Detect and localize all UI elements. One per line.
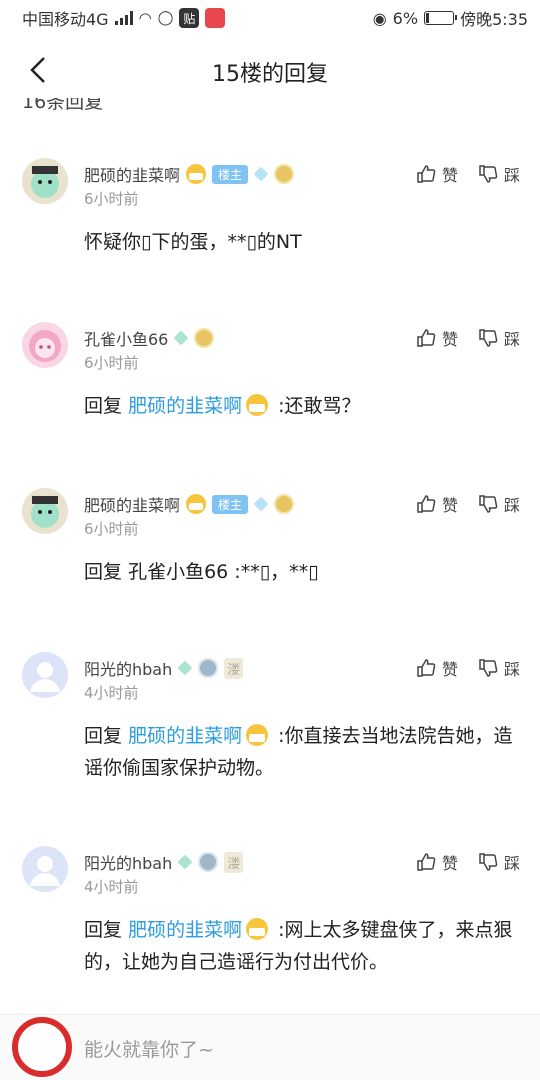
username-row: 阳光的hbah 溇 (84, 850, 244, 874)
app-notification-icon (205, 8, 226, 28)
like-button[interactable]: 赞 (416, 492, 458, 516)
thumbs-up-icon (417, 329, 436, 347)
clock: 傍晚5:35 (460, 10, 528, 29)
user-tag: 溇 (224, 851, 244, 873)
comment-content: 回复 肥硕的韭菜啊 :还敢骂？ (84, 394, 361, 417)
wifi-icon: ◠ (138, 9, 152, 27)
post-time: 4小时前 (84, 878, 139, 896)
mention-text[interactable]: 孔雀小鱼66 (128, 561, 228, 583)
like-button[interactable]: 赞 (416, 162, 458, 186)
dislike-button[interactable]: 踩 (478, 850, 520, 874)
eye-icon: ◉ (372, 8, 387, 28)
tieba-app-icon: 贴 (179, 8, 200, 28)
page-title: 15楼的回复 (212, 62, 328, 87)
comment-content: 怀疑你▯下的蛋，**▯的NT (84, 231, 302, 253)
reply-input-bar[interactable]: 能火就靠你了~ (0, 1014, 540, 1080)
vote-actions: 赞 踩 (416, 162, 520, 186)
reply-input[interactable]: 能火就靠你了~ (84, 1035, 214, 1062)
like-button[interactable]: 赞 (416, 326, 458, 350)
member-gem-icon (253, 496, 269, 512)
mask-emoji-icon (246, 394, 269, 416)
like-button[interactable]: 赞 (416, 850, 458, 874)
username-row: 阳光的hbah 溇 (84, 656, 244, 680)
username[interactable]: 孔雀小鱼66 (84, 326, 168, 350)
mask-emoji-icon (246, 724, 269, 746)
user-tag: 溇 (224, 657, 244, 679)
status-bar-right: ◉ 6% 傍晚5:35 (373, 6, 528, 30)
vote-actions: 赞 踩 (416, 492, 520, 516)
mask-emoji-icon (186, 494, 207, 514)
top-nav: 15楼的回复 (0, 40, 540, 100)
host-badge: 楼主 (212, 494, 249, 514)
mention-link[interactable]: 肥硕的韭菜啊 (128, 395, 242, 417)
member-gem-icon (177, 854, 193, 870)
username-row: 孔雀小鱼66 (84, 326, 215, 350)
thumbs-up-icon (417, 853, 436, 871)
thumbs-up-icon (417, 495, 436, 513)
thumbs-down-icon (479, 659, 498, 677)
post-time: 6小时前 (84, 354, 139, 372)
username[interactable]: 肥硕的韭菜啊 (84, 492, 180, 516)
avatar[interactable] (22, 846, 68, 892)
level-badge-icon (274, 164, 295, 184)
level-badge-icon (274, 494, 295, 514)
thumbs-down-icon (479, 853, 498, 871)
vote-actions: 赞 踩 (416, 656, 520, 680)
host-badge: 楼主 (212, 164, 249, 184)
vote-actions: 赞 踩 (416, 850, 520, 874)
reply-count: 16条回复 (22, 98, 104, 113)
mention-link[interactable]: 肥硕的韭菜啊 (128, 919, 242, 941)
post-time: 4小时前 (84, 684, 139, 702)
dislike-button[interactable]: 踩 (478, 326, 520, 350)
mention-link[interactable]: 肥硕的韭菜啊 (128, 725, 242, 747)
username[interactable]: 阳光的hbah (84, 656, 172, 680)
username-row: 肥硕的韭菜啊 楼主 (84, 492, 295, 516)
level-badge-icon (198, 852, 219, 872)
mask-emoji-icon (186, 164, 207, 184)
thumbs-up-icon (417, 165, 436, 183)
dislike-button[interactable]: 踩 (478, 656, 520, 680)
comment-content: 回复 孔雀小鱼66 :**▯，**▯ (84, 561, 319, 583)
vote-actions: 赞 踩 (416, 326, 520, 350)
member-gem-icon (253, 166, 269, 182)
post-time: 6小时前 (84, 190, 139, 208)
avatar[interactable] (22, 158, 68, 204)
status-bar-left: 中国移动4G ◠ ◯ 贴 (22, 6, 226, 30)
dislike-button[interactable]: 踩 (478, 492, 520, 516)
watermark-logo (12, 1017, 72, 1077)
thumbs-down-icon (479, 495, 498, 513)
battery-icon (424, 11, 458, 25)
comment-content: 回复 肥硕的韭菜啊 :你直接去当地法院告她，造谣你偷国家保护动物。 (84, 724, 513, 779)
avatar[interactable] (22, 322, 68, 368)
dislike-button[interactable]: 踩 (478, 162, 520, 186)
thumbs-down-icon (479, 165, 498, 183)
carrier-label: 中国移动4G (22, 10, 109, 29)
member-gem-icon (177, 660, 193, 676)
member-gem-icon (173, 330, 189, 346)
comment-content: 回复 肥硕的韭菜啊 :网上太多键盘侠了，来点狠的，让她为自己造谣行为付出代价。 (84, 918, 513, 973)
avatar[interactable] (22, 488, 68, 534)
post-time: 6小时前 (84, 520, 139, 538)
signal-icon (114, 11, 133, 25)
thumbs-down-icon (479, 329, 498, 347)
username-row: 肥硕的韭菜啊 楼主 (84, 162, 295, 186)
like-button[interactable]: 赞 (416, 656, 458, 680)
username[interactable]: 肥硕的韭菜啊 (84, 162, 180, 186)
avatar[interactable] (22, 652, 68, 698)
username[interactable]: 阳光的hbah (84, 850, 172, 874)
thumbs-up-icon (417, 659, 436, 677)
level-badge-icon (198, 658, 219, 678)
status-bar: 中国移动4G ◠ ◯ 贴 ◉ 6% 傍晚5:35 (0, 0, 540, 36)
message-icon: ◯ (157, 10, 174, 26)
mask-emoji-icon (246, 918, 269, 940)
level-badge-icon (194, 328, 215, 348)
battery-percent: 6% (392, 8, 419, 28)
